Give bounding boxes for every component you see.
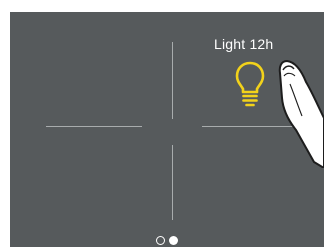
- page-indicator: [156, 236, 178, 245]
- control-panel: Light 12h: [10, 12, 324, 247]
- divider-vertical-top: [172, 42, 173, 119]
- tile-bottom-left[interactable]: [10, 128, 170, 234]
- light-label: Light 12h: [214, 36, 274, 52]
- divider-horizontal-left: [46, 126, 142, 127]
- tile-top-left[interactable]: [10, 12, 170, 125]
- pointing-finger-icon: [278, 60, 324, 168]
- lightbulb-icon: [235, 61, 265, 107]
- page-dot-2-active[interactable]: [169, 236, 178, 245]
- divider-vertical-bottom: [172, 145, 173, 220]
- page-dot-1[interactable]: [156, 236, 165, 245]
- screen: Light 12h: [0, 0, 324, 247]
